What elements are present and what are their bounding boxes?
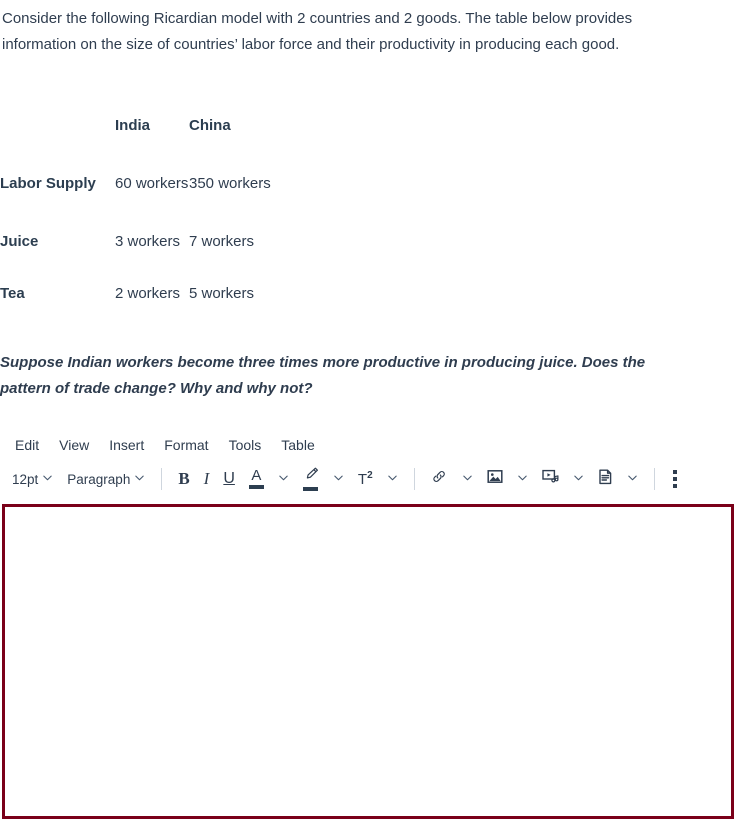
text-color-button[interactable]: A	[243, 465, 270, 493]
insert-template-dropdown[interactable]	[621, 465, 644, 493]
table-column-header-china: China	[189, 117, 231, 134]
text-color-glyph: A	[251, 467, 262, 484]
editor-toolbar: 12pt Paragraph B I U A T2	[0, 460, 736, 498]
text-color-icon: A	[248, 467, 264, 489]
insert-media-button[interactable]	[536, 465, 565, 493]
toolbar-divider	[413, 468, 415, 490]
table-row-label: Tea	[0, 285, 25, 302]
insert-link-button[interactable]	[425, 465, 454, 493]
block-format-value: Paragraph	[67, 471, 131, 487]
table-header-row: India China	[0, 100, 289, 152]
table-corner-header	[0, 100, 115, 152]
insert-image-button[interactable]	[481, 465, 509, 493]
underline-button[interactable]: U	[217, 465, 241, 493]
chevron-down-icon	[573, 470, 584, 488]
image-icon	[487, 469, 503, 489]
chevron-down-icon	[462, 470, 473, 488]
font-size-value: 12pt	[12, 471, 39, 487]
superscript-exponent: 2	[367, 470, 373, 481]
text-color-dropdown[interactable]	[272, 465, 295, 493]
highlight-color-icon	[303, 467, 319, 491]
table-row: Juice 3 workers 7 workers	[0, 216, 289, 268]
more-vertical-icon-dot	[672, 477, 677, 481]
table-row: Labor Supply 60 workers 350 workers	[0, 152, 289, 216]
menu-item-edit[interactable]: Edit	[6, 433, 48, 457]
table-cell-india: 2 workers	[115, 285, 181, 302]
highlight-color-swatch	[303, 487, 319, 491]
link-icon	[431, 469, 448, 489]
highlight-color-button[interactable]	[297, 465, 325, 493]
editor-menubar: Edit View Insert Format Tools Table	[0, 430, 736, 460]
insert-media-dropdown[interactable]	[567, 465, 590, 493]
ricardian-model-table: India China Labor Supply 60 workers 350 …	[0, 100, 289, 320]
more-vertical-icon-dot	[672, 484, 677, 488]
document-template-icon	[598, 469, 613, 490]
insert-image-dropdown[interactable]	[511, 465, 534, 493]
chevron-down-icon	[134, 470, 145, 488]
font-size-selector[interactable]: 12pt	[6, 465, 59, 493]
chevron-down-icon	[627, 470, 638, 488]
menu-item-table[interactable]: Table	[272, 433, 323, 457]
more-vertical-icon-dot	[672, 470, 677, 474]
superscript-icon: T2	[358, 470, 373, 488]
table-row: Tea 2 workers 5 workers	[0, 268, 289, 320]
table-column-header-india: India	[115, 117, 151, 134]
block-format-selector[interactable]: Paragraph	[61, 465, 151, 493]
italic-icon: I	[203, 469, 210, 488]
chevron-down-icon	[278, 470, 289, 488]
menu-item-view[interactable]: View	[50, 433, 98, 457]
menu-item-tools[interactable]: Tools	[220, 433, 271, 457]
chevron-down-icon	[333, 470, 344, 488]
chevron-down-icon	[42, 470, 53, 488]
superscript-base: T	[357, 471, 368, 488]
table-cell-china: 5 workers	[189, 285, 255, 302]
table-row-label: Labor Supply	[0, 175, 96, 192]
table-cell-china: 7 workers	[189, 233, 255, 250]
bold-button[interactable]: B	[172, 465, 195, 493]
insert-template-button[interactable]	[592, 465, 619, 493]
prompt-intro-paragraph: Consider the following Ricardian model w…	[2, 10, 633, 53]
table-cell-india: 3 workers	[115, 233, 181, 250]
superscript-dropdown[interactable]	[381, 465, 404, 493]
underline-icon: U	[223, 470, 235, 487]
table-cell-india: 60 workers	[115, 175, 189, 192]
toolbar-divider	[653, 468, 655, 490]
highlight-color-dropdown[interactable]	[327, 465, 350, 493]
media-icon	[541, 469, 559, 489]
superscript-button[interactable]: T2	[352, 465, 379, 493]
chevron-down-icon	[517, 470, 528, 488]
menu-item-insert[interactable]: Insert	[100, 433, 153, 457]
highlighter-pen-icon	[303, 467, 319, 485]
more-toolbar-options-button[interactable]	[665, 470, 685, 488]
rich-text-editor: Edit View Insert Format Tools Table 12pt…	[0, 430, 736, 819]
question-prompt: Suppose Indian workers become three time…	[0, 354, 646, 397]
chevron-down-icon	[387, 470, 398, 488]
answer-text-area[interactable]	[2, 504, 734, 819]
menu-item-format[interactable]: Format	[155, 433, 217, 457]
toolbar-divider	[161, 468, 163, 490]
bold-icon: B	[178, 469, 190, 488]
insert-link-dropdown[interactable]	[456, 465, 479, 493]
text-color-swatch	[248, 485, 264, 489]
italic-button[interactable]: I	[198, 465, 216, 493]
table-row-label: Juice	[0, 233, 39, 250]
table-cell-china: 350 workers	[189, 175, 271, 192]
